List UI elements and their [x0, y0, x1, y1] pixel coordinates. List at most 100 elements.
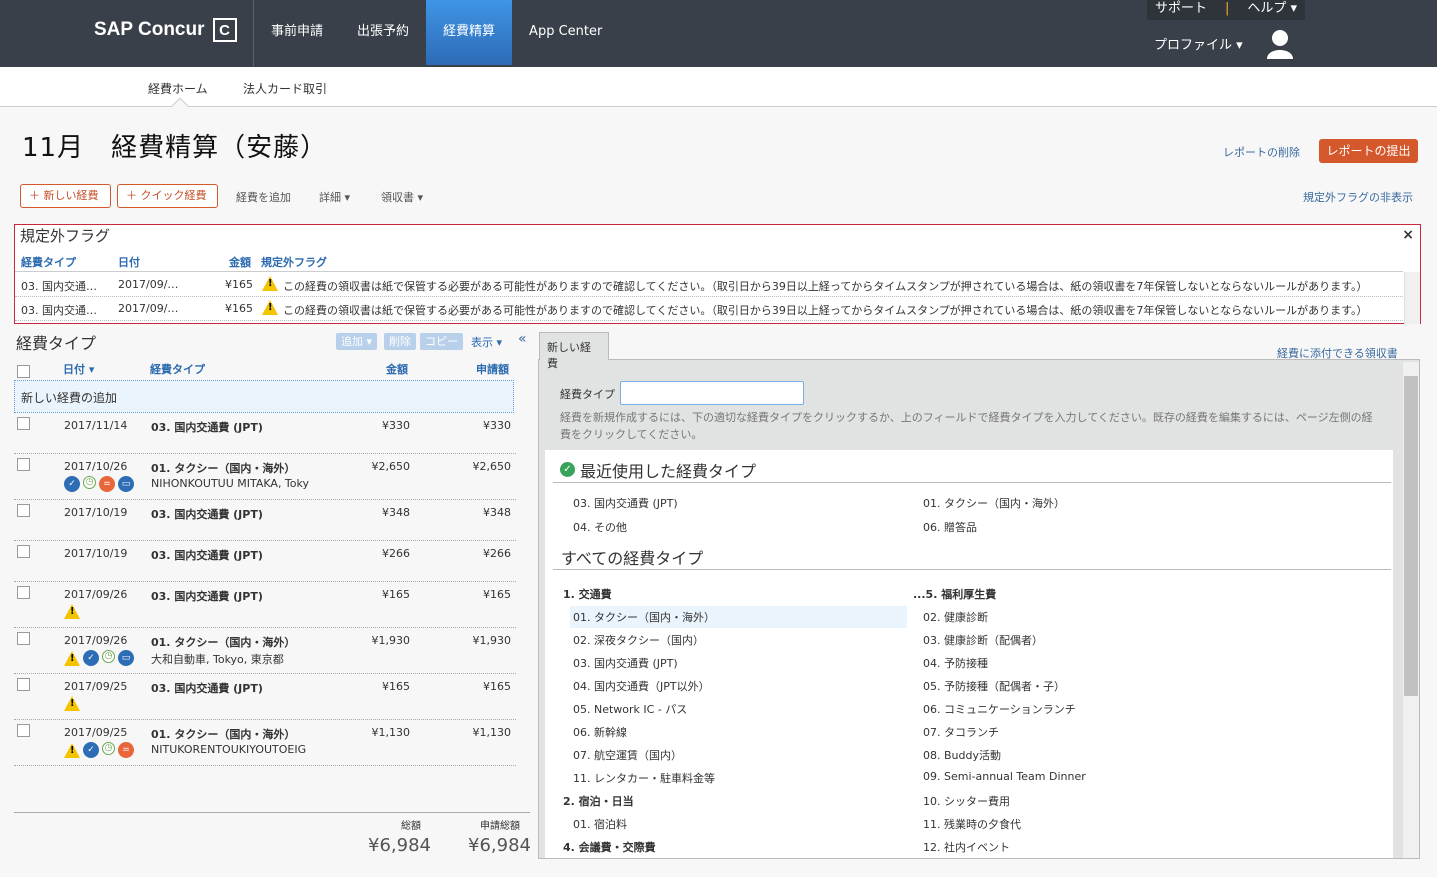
nav-travel[interactable]: 出張予約 [340, 0, 426, 65]
warning-icon [64, 650, 80, 666]
col-type[interactable]: 経費タイプ [150, 361, 205, 377]
expense-type-option[interactable]: 07. 航空運賃（国内） [573, 747, 682, 763]
receipt-icon[interactable]: ✓ [64, 476, 80, 492]
add-new-expense-row[interactable]: 新しい経費の追加 [14, 380, 514, 413]
row-checkbox[interactable] [17, 458, 30, 471]
tab-new-expense[interactable]: 新しい経費 [539, 332, 609, 370]
check-icon: ✓ [560, 462, 575, 477]
expense-row[interactable]: 2017/11/14 03. 国内交通費 (JPT) ¥330 ¥330 [14, 413, 516, 454]
comment-icon[interactable]: ▭ [118, 476, 134, 492]
expense-type-label: 経費タイプ [560, 388, 615, 401]
row-checkbox[interactable] [17, 724, 30, 737]
expense-type-option[interactable]: 05. Network IC - パス [573, 701, 687, 717]
exceptions-scrollbar[interactable] [1404, 272, 1420, 324]
main-nav: 事前申請 出張予約 経費精算 App Center [254, 0, 619, 65]
expense-type-option[interactable]: 06. コミュニケーションランチ [923, 701, 1076, 717]
expense-type-option[interactable]: 02. 深夜タクシー（国内） [573, 632, 704, 648]
expense-row[interactable]: 2017/10/19 03. 国内交通費 (JPT) ¥348 ¥348 [14, 500, 516, 541]
expense-row[interactable]: 2017/09/25 01. タクシー（国内・海外） ¥1,130 ¥1,130 NIT… [14, 720, 516, 766]
col-date[interactable]: 日付 [118, 254, 140, 270]
submit-report-button[interactable]: レポートの提出 [1319, 139, 1418, 163]
row-checkbox[interactable] [17, 504, 30, 517]
comment-icon[interactable]: ▭ [118, 650, 134, 666]
receipts-menu[interactable]: 領収書 ▾ [381, 189, 423, 205]
clock-icon: ◷ [102, 742, 115, 755]
expense-row[interactable]: 2017/10/19 03. 国内交通費 (JPT) ¥266 ¥266 [14, 541, 516, 582]
add-expense-link[interactable]: 経費を追加 [236, 189, 291, 205]
delete-report-link[interactable]: レポートの削除 [1223, 144, 1300, 160]
support-link[interactable]: サポート [1155, 0, 1207, 20]
row-checkbox[interactable] [17, 678, 30, 691]
warning-icon [64, 742, 80, 758]
expense-category: ...5. 福利厚生費 [913, 588, 997, 601]
expense-amount: ¥165 [382, 588, 410, 601]
expense-type-option[interactable]: 09. Semi-annual Team Dinner [923, 770, 1086, 783]
row-checkbox[interactable] [17, 545, 30, 558]
expense-row[interactable]: 2017/09/26 03. 国内交通費 (JPT) ¥165 ¥165 [14, 582, 516, 628]
expense-vendor: NIHONKOUTUU MITAKA, Toky [151, 477, 310, 490]
row-checkbox[interactable] [17, 586, 30, 599]
expense-row[interactable]: 2017/10/26 01. タクシー（国内・海外） ¥2,650 ¥2,650 NIH… [14, 454, 516, 500]
col-claimed[interactable]: 申請額 [476, 361, 509, 377]
expense-type-option[interactable]: 04. 国内交通費（JPT以外） [573, 678, 710, 694]
nav-expense[interactable]: 経費精算 [426, 0, 513, 65]
expense-row[interactable]: 2017/09/26 01. タクシー（国内・海外） ¥1,930 ¥1,930 大和自… [14, 628, 516, 674]
close-icon[interactable]: × [1402, 227, 1414, 243]
expenses-title: 経費タイプ [16, 334, 97, 353]
expense-category: 4. 会議費・交際費 [563, 841, 656, 854]
row-checkbox[interactable] [17, 632, 30, 645]
recent-type[interactable]: 06. 贈答品 [923, 519, 977, 535]
expense-type-option[interactable]: 03. 国内交通費 (JPT) [573, 655, 678, 671]
receipt-icon[interactable]: ✓ [83, 742, 99, 758]
quick-expense-button[interactable]: ＋ クイック経費 [117, 184, 218, 208]
expense-type-option[interactable]: 04. 予防接種 [923, 655, 988, 671]
expense-type-option[interactable]: 11. レンタカー・駐車料金等 [573, 770, 715, 786]
help-menu[interactable]: ヘルプ ▾ [1247, 0, 1297, 20]
expense-type-option[interactable]: 07. タコランチ [923, 724, 999, 740]
exception-row[interactable]: 03. 国内交通… 2017/09/… ¥165 この経費の領収書は紙で保管する… [15, 297, 1403, 321]
col-date[interactable]: 日付 ▾ [63, 361, 94, 377]
hide-flags-link[interactable]: 規定外フラグの非表示 [1303, 189, 1413, 205]
exception-date: 2017/09/… [118, 302, 179, 315]
expense-type-option[interactable]: 01. 宿泊料 [573, 816, 627, 832]
profile-menu[interactable]: プロファイル ▾ [1154, 34, 1243, 53]
expense-type-option[interactable]: 02. 健康診断 [923, 609, 988, 625]
add-button[interactable]: 追加 ▾ [336, 333, 378, 350]
view-menu[interactable]: 表示 ▾ [471, 334, 502, 350]
col-type[interactable]: 経費タイプ [21, 254, 76, 270]
subnav-expense-home[interactable]: 経費ホーム [148, 80, 208, 97]
sap-concur-logo[interactable]: SAP Concur C [94, 18, 237, 42]
details-menu[interactable]: 詳細 ▾ [319, 189, 350, 205]
panel-scrollbar[interactable] [1403, 362, 1419, 858]
expense-type-option[interactable]: 01. タクシー（国内・海外） [570, 606, 907, 628]
copy-button[interactable]: コピー [420, 333, 463, 350]
expense-type-option[interactable]: 03. 健康診断（配偶者） [923, 632, 1043, 648]
expense-type-option[interactable]: 08. Buddy活動 [923, 747, 1001, 763]
select-all-checkbox[interactable] [17, 365, 30, 378]
receipt-icon[interactable]: ✓ [83, 650, 99, 666]
expense-type-option[interactable]: 11. 残業時の夕食代 [923, 816, 1021, 832]
expense-type-option[interactable]: 10. シッター費用 [923, 793, 1010, 809]
expense-type-input[interactable] [620, 381, 804, 405]
delete-button[interactable]: 削除 [384, 333, 416, 350]
exception-row[interactable]: 03. 国内交通… 2017/09/… ¥165 この経費の領収書は紙で保管する… [15, 273, 1403, 297]
nav-pre-approval[interactable]: 事前申請 [254, 0, 340, 65]
new-expense-button[interactable]: ＋ 新しい経費 [20, 184, 111, 208]
scrollbar-thumb[interactable] [1404, 376, 1418, 696]
col-flag[interactable]: 規定外フラグ [261, 254, 327, 270]
col-amount[interactable]: 金額 [386, 361, 408, 377]
row-checkbox[interactable] [17, 417, 30, 430]
col-amount[interactable]: 金額 [229, 254, 251, 270]
recent-type[interactable]: 03. 国内交通費 (JPT) [573, 495, 678, 511]
recent-type[interactable]: 01. タクシー（国内・海外） [923, 495, 1065, 511]
expense-row[interactable]: 2017/09/25 03. 国内交通費 (JPT) ¥165 ¥165 [14, 674, 516, 720]
expense-type-option[interactable]: 06. 新幹線 [573, 724, 627, 740]
expense-amount: ¥165 [382, 680, 410, 693]
expense-type-option[interactable]: 05. 予防接種（配偶者・子） [923, 678, 1065, 694]
nav-app-center[interactable]: App Center [512, 0, 619, 65]
user-avatar-icon[interactable] [1266, 28, 1294, 60]
collapse-icon[interactable]: « [518, 331, 527, 347]
subnav-corporate-card[interactable]: 法人カード取引 [243, 80, 327, 97]
expense-type-option[interactable]: 12. 社内イベント [923, 839, 1010, 855]
recent-type[interactable]: 04. その他 [573, 519, 627, 535]
